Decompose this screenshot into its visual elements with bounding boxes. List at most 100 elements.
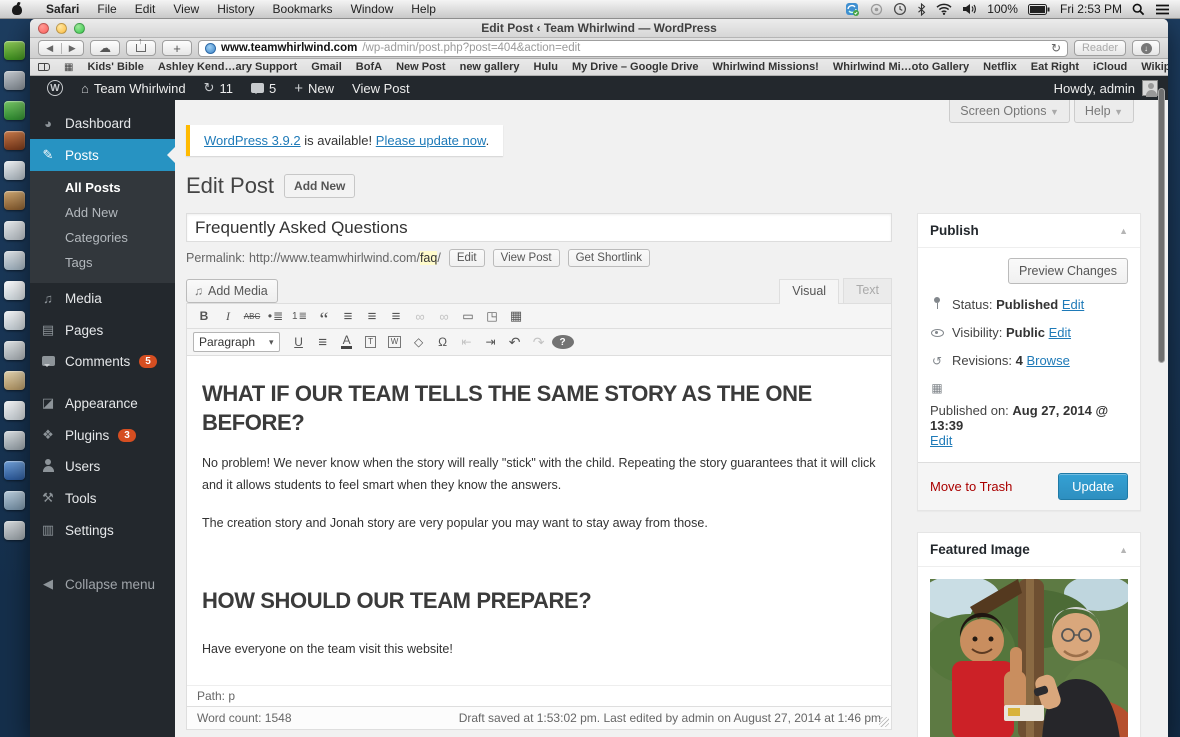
dock-app-icon[interactable]	[4, 251, 25, 270]
justify-icon[interactable]	[312, 333, 334, 351]
bookmark-item[interactable]: Kids' Bible	[87, 61, 143, 73]
edit-date-link[interactable]: Edit	[930, 433, 952, 448]
dock-app-icon[interactable]	[4, 71, 25, 90]
insert-more-tag-icon[interactable]	[457, 307, 479, 325]
help-icon[interactable]: ?	[552, 335, 574, 349]
wifi-icon[interactable]	[936, 3, 952, 15]
preview-changes-button[interactable]: Preview Changes	[1008, 258, 1128, 284]
text-color-icon[interactable]	[336, 333, 358, 351]
collapse-toggle-icon[interactable]: ▲	[1119, 226, 1128, 236]
dock-app-icon[interactable]	[4, 371, 25, 390]
bookmarks-sidebar-icon[interactable]	[38, 63, 50, 71]
submenu-categories[interactable]: Categories	[30, 225, 175, 250]
wp-logo-menu[interactable]: W	[40, 76, 70, 100]
toolbar-toggle-icon[interactable]	[505, 307, 527, 325]
page-scrollbar-thumb[interactable]	[1158, 88, 1165, 363]
dock-app-icon[interactable]	[4, 131, 25, 150]
dock-app-icon[interactable]	[4, 281, 25, 300]
menu-safari[interactable]: Safari	[37, 0, 88, 19]
sidebar-item-dashboard[interactable]: ◕Dashboard	[30, 108, 175, 139]
collapse-menu-button[interactable]: ◀Collapse menu	[30, 568, 175, 600]
comments-menu[interactable]: 5	[244, 76, 283, 100]
bookmark-item[interactable]: Whirlwind Missions!	[713, 61, 819, 73]
reader-button[interactable]: Reader	[1074, 40, 1126, 56]
bookmark-item[interactable]: Whirlwind Mi…oto Gallery	[833, 61, 969, 73]
address-bar[interactable]: www.teamwhirlwind.com /wp-admin/post.php…	[198, 40, 1068, 57]
move-to-trash-link[interactable]: Move to Trash	[930, 479, 1012, 494]
get-shortlink-button[interactable]: Get Shortlink	[568, 249, 650, 267]
editor-content[interactable]: WHAT IF OUR TEAM TELLS THE SAME STORY AS…	[187, 356, 891, 685]
notification-center-icon[interactable]	[1155, 4, 1170, 15]
paste-as-text-icon[interactable]: T	[360, 333, 382, 351]
add-new-post-button[interactable]: Add New	[284, 174, 355, 198]
dock-app-icon[interactable]	[4, 311, 25, 330]
bulleted-list-icon[interactable]	[265, 307, 287, 325]
bookmark-item[interactable]: My Drive – Google Drive	[572, 61, 699, 73]
time-machine-icon[interactable]	[893, 2, 907, 16]
sidebar-item-plugins[interactable]: ❖Plugins3	[30, 419, 175, 451]
menu-bookmarks[interactable]: Bookmarks	[264, 0, 342, 19]
bookmark-item[interactable]: BofA	[356, 61, 382, 73]
menu-window[interactable]: Window	[342, 0, 403, 19]
view-post-link[interactable]: View Post	[345, 76, 417, 100]
howdy-admin-menu[interactable]: Howdy, admin	[1054, 81, 1135, 96]
featured-image-header[interactable]: Featured Image▲	[918, 533, 1140, 566]
dock-app-icon[interactable]	[4, 491, 25, 510]
strikethrough-icon[interactable]	[241, 307, 263, 325]
menubar-clock[interactable]: Fri 2:53 PM	[1060, 2, 1122, 16]
align-center-icon[interactable]	[361, 307, 383, 325]
dock-app-icon[interactable]	[4, 341, 25, 360]
align-right-icon[interactable]	[385, 307, 407, 325]
dock-app-icon[interactable]	[4, 461, 25, 480]
bluetooth-icon[interactable]	[917, 3, 926, 16]
sidebar-item-comments[interactable]: Comments5	[30, 346, 175, 377]
share-button[interactable]	[126, 40, 156, 56]
browse-revisions-link[interactable]: Browse	[1026, 353, 1069, 368]
sidebar-item-media[interactable]: ♫Media	[30, 283, 175, 314]
edit-permalink-button[interactable]: Edit	[449, 249, 485, 267]
sidebar-item-appearance[interactable]: ◪Appearance	[30, 387, 175, 419]
dock-app-icon[interactable]	[4, 521, 25, 540]
edit-status-link[interactable]: Edit	[1062, 297, 1084, 312]
sidebar-item-pages[interactable]: ▤Pages	[30, 314, 175, 346]
site-menu[interactable]: ⌂Team Whirlwind	[74, 76, 193, 100]
featured-image-thumbnail[interactable]	[930, 579, 1128, 737]
text-tab[interactable]: Text	[843, 278, 892, 303]
dock-app-icon[interactable]	[4, 191, 25, 210]
undo-icon[interactable]	[504, 333, 526, 351]
sidebar-item-users[interactable]: Users	[30, 451, 175, 482]
visual-tab[interactable]: Visual	[779, 279, 839, 304]
bookmark-item[interactable]: Hulu	[534, 61, 558, 73]
redo-icon[interactable]	[528, 333, 550, 351]
menu-edit[interactable]: Edit	[126, 0, 165, 19]
numbered-list-icon[interactable]	[289, 307, 311, 325]
updates-menu[interactable]: ↻11	[197, 76, 240, 100]
dock-app-icon[interactable]	[4, 221, 25, 240]
submenu-tags[interactable]: Tags	[30, 250, 175, 275]
resize-grip[interactable]	[879, 717, 889, 727]
reload-icon[interactable]: ↻	[1051, 41, 1061, 55]
submenu-add-new[interactable]: Add New	[30, 200, 175, 225]
new-content-menu[interactable]: +New	[287, 76, 341, 100]
menu-file[interactable]: File	[88, 0, 125, 19]
bookmark-item[interactable]: Eat Right	[1031, 61, 1079, 73]
wordpress-version-link[interactable]: WordPress 3.9.2	[204, 133, 301, 148]
sidebar-item-tools[interactable]: ⚒Tools	[30, 482, 175, 514]
remove-link-icon[interactable]	[433, 307, 455, 325]
bold-icon[interactable]	[193, 307, 215, 325]
decrease-indent-icon[interactable]	[456, 333, 478, 351]
view-post-button[interactable]: View Post	[493, 249, 560, 267]
bookmark-item[interactable]: iCloud	[1093, 61, 1127, 73]
bookmark-item[interactable]: Netflix	[983, 61, 1017, 73]
submenu-all-posts[interactable]: All Posts	[30, 175, 175, 200]
bookmark-item[interactable]: Wikipedia	[1141, 61, 1168, 73]
add-media-button[interactable]: ♫Add Media	[186, 279, 278, 303]
paragraph-format-dropdown[interactable]: Paragraph▾	[193, 332, 280, 352]
help-button[interactable]: Help ▼	[1074, 100, 1134, 123]
insert-link-icon[interactable]	[409, 307, 431, 325]
underline-icon[interactable]	[288, 333, 310, 351]
menu-help[interactable]: Help	[402, 0, 445, 19]
forward-button[interactable]: ▶	[61, 43, 84, 54]
back-button[interactable]: ◀	[39, 43, 61, 54]
menu-view[interactable]: View	[164, 0, 208, 19]
